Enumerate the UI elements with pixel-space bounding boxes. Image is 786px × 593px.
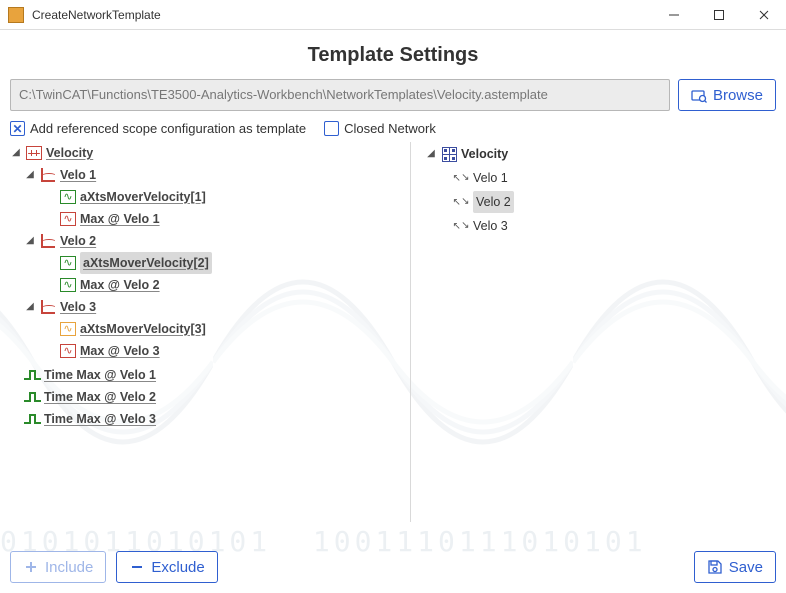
tree-item-label: Time Max @ Velo 3	[44, 408, 156, 430]
network-root-label: Velocity	[461, 143, 508, 165]
tree-item[interactable]: · aXtsMoverVelocity[2]	[10, 252, 402, 274]
browse-button[interactable]: Browse	[678, 79, 776, 111]
arrows-icon	[453, 195, 469, 209]
tree-item-label: aXtsMoverVelocity[1]	[80, 186, 206, 208]
exclude-button-label: Exclude	[151, 559, 204, 576]
signal-red-icon	[60, 344, 76, 358]
browse-icon	[691, 87, 707, 103]
tree-item-label: Max @ Velo 1	[80, 208, 160, 230]
tree-group-label: Velo 3	[60, 296, 96, 318]
tree-item[interactable]: · aXtsMoverVelocity[3]	[10, 318, 402, 340]
titlebar: CreateNetworkTemplate	[0, 0, 786, 30]
tree-group-label: Velo 1	[60, 164, 96, 186]
network-item-label: Velo 3	[473, 215, 508, 237]
pulse-icon	[24, 412, 40, 426]
tree-item[interactable]: · Max @ Velo 1	[10, 208, 402, 230]
tree-item[interactable]: · Max @ Velo 3	[10, 340, 402, 362]
tree-item-label: aXtsMoverVelocity[2]	[80, 252, 212, 274]
signal-orange-icon	[60, 322, 76, 336]
chevron-down-icon[interactable]: ◢	[425, 143, 437, 165]
close-icon	[756, 7, 772, 23]
signal-red-icon	[60, 212, 76, 226]
tree-root-label: Velocity	[46, 142, 93, 164]
plus-icon	[23, 559, 39, 575]
network-item[interactable]: Velo 2	[425, 190, 776, 214]
save-button[interactable]: Save	[694, 551, 776, 583]
maximize-button[interactable]	[696, 0, 741, 30]
tree-item[interactable]: Time Max @ Velo 3	[10, 408, 402, 430]
tree-group[interactable]: ◢ Velo 1	[10, 164, 402, 186]
tree-item-label: Time Max @ Velo 2	[44, 386, 156, 408]
minimize-icon	[666, 7, 682, 23]
network-item[interactable]: Velo 3	[425, 214, 776, 238]
tree-item[interactable]: · aXtsMoverVelocity[1]	[10, 186, 402, 208]
grid-icon	[441, 147, 457, 161]
tree-root[interactable]: ◢ Velocity	[10, 142, 402, 164]
close-button[interactable]	[741, 0, 786, 30]
minus-icon	[129, 559, 145, 575]
tree-item[interactable]: Time Max @ Velo 1	[10, 364, 402, 386]
checkbox-checked-icon: ✕	[10, 121, 25, 136]
axis-icon	[40, 234, 56, 248]
exclude-button[interactable]: Exclude	[116, 551, 217, 583]
chevron-down-icon[interactable]: ◢	[24, 296, 36, 318]
tree-item-label: Time Max @ Velo 1	[44, 364, 156, 386]
axis-icon	[40, 300, 56, 314]
axis-icon	[40, 168, 56, 182]
pulse-icon	[24, 368, 40, 382]
include-button[interactable]: Include	[10, 551, 106, 583]
app-icon	[8, 7, 24, 23]
add-ref-label: Add referenced scope configuration as te…	[30, 121, 306, 136]
tree-group[interactable]: ◢ Velo 2	[10, 230, 402, 252]
window-controls	[651, 0, 786, 30]
chevron-down-icon[interactable]: ◢	[10, 142, 22, 164]
checkbox-empty-icon: ✕	[324, 121, 339, 136]
include-button-label: Include	[45, 559, 93, 576]
page-title: Template Settings	[10, 44, 776, 67]
network-item-label: Velo 2	[473, 191, 514, 213]
closed-network-label: Closed Network	[344, 121, 436, 136]
tree-group-label: Velo 2	[60, 230, 96, 252]
signal-green-icon	[60, 190, 76, 204]
network-tree: ◢ Velocity Velo 1 Velo 2	[411, 142, 776, 522]
closed-network-checkbox[interactable]: ✕ Closed Network	[324, 121, 436, 136]
add-ref-checkbox[interactable]: ✕ Add referenced scope configuration as …	[10, 121, 306, 136]
chevron-down-icon[interactable]: ◢	[24, 164, 36, 186]
arrows-icon	[453, 171, 469, 185]
tree-item[interactable]: Time Max @ Velo 2	[10, 386, 402, 408]
maximize-icon	[711, 7, 727, 23]
minimize-button[interactable]	[651, 0, 696, 30]
network-item-label: Velo 1	[473, 167, 508, 189]
tree-item-label: Max @ Velo 2	[80, 274, 160, 296]
chevron-down-icon[interactable]: ◢	[24, 230, 36, 252]
tree-item-label: aXtsMoverVelocity[3]	[80, 318, 206, 340]
save-icon	[707, 559, 723, 575]
tree-item[interactable]: · Max @ Velo 2	[10, 274, 402, 296]
pulse-icon	[24, 390, 40, 404]
tree-group[interactable]: ◢ Velo 3	[10, 296, 402, 318]
signal-green-icon	[60, 278, 76, 292]
scope-icon	[26, 146, 42, 160]
save-button-label: Save	[729, 559, 763, 576]
tree-item-label: Max @ Velo 3	[80, 340, 160, 362]
template-path-input[interactable]: C:\TwinCAT\Functions\TE3500-Analytics-Wo…	[10, 79, 670, 111]
signal-green-icon	[60, 256, 76, 270]
network-root[interactable]: ◢ Velocity	[425, 142, 776, 166]
scope-tree: ◢ Velocity ◢ Velo 1 · aXtsMoverVelocity[…	[10, 142, 410, 522]
window-title: CreateNetworkTemplate	[32, 8, 651, 22]
browse-button-label: Browse	[713, 87, 763, 104]
arrows-icon	[453, 219, 469, 233]
network-item[interactable]: Velo 1	[425, 166, 776, 190]
